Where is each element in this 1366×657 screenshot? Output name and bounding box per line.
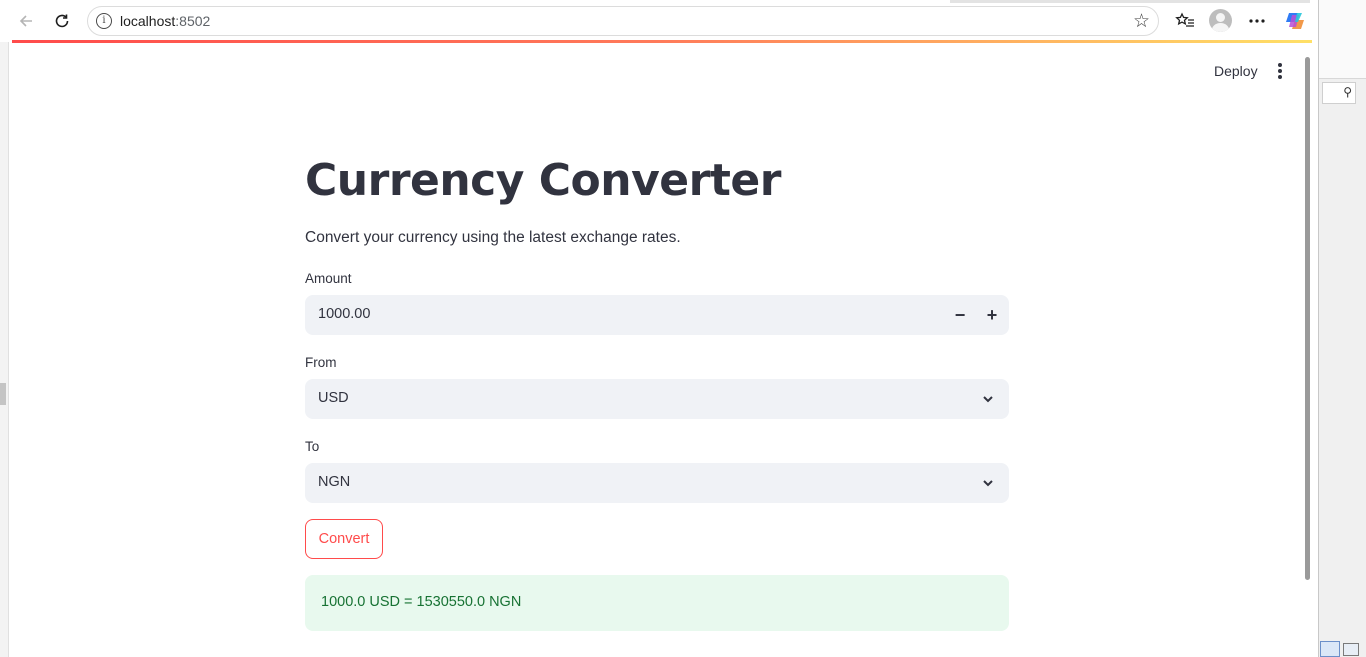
background-window-toolbar	[1318, 0, 1366, 79]
convert-button[interactable]: Convert	[305, 519, 383, 559]
to-label: To	[305, 439, 320, 454]
favorite-star-icon[interactable]: ☆	[1133, 10, 1150, 33]
decrement-button[interactable]: −	[946, 301, 974, 329]
copilot-icon[interactable]	[1283, 9, 1307, 33]
browser-window: i localhost:8502 ☆ Deploy Currency Conve…	[0, 0, 1319, 657]
site-info-icon[interactable]: i	[96, 13, 112, 29]
window-left-edge	[0, 42, 9, 657]
amount-value[interactable]: 1000.00	[318, 306, 370, 322]
to-currency-value[interactable]: NGN	[318, 474, 350, 490]
url-text[interactable]: localhost:8502	[120, 13, 210, 29]
browser-toolbar: i localhost:8502 ☆	[0, 0, 1318, 42]
amount-input[interactable]: 1000.00 − +	[305, 295, 1009, 335]
increment-button[interactable]: +	[978, 301, 1006, 329]
deploy-button[interactable]: Deploy	[1214, 63, 1258, 79]
address-bar[interactable]: i localhost:8502 ☆	[87, 6, 1159, 36]
to-currency-select[interactable]: NGN	[305, 463, 1009, 503]
details-view-icon[interactable]	[1320, 641, 1340, 657]
page-subtitle: Convert your currency using the latest e…	[305, 229, 681, 246]
favorites-list-icon[interactable]	[1173, 9, 1197, 33]
main-menu-icon[interactable]	[1275, 61, 1285, 81]
from-currency-select[interactable]: USD	[305, 379, 1009, 419]
background-search-box[interactable]: ⚲	[1322, 82, 1356, 104]
amount-label: Amount	[305, 271, 352, 286]
chevron-down-icon[interactable]	[981, 476, 995, 490]
conversion-result-alert: 1000.0 USD = 1530550.0 NGN	[305, 575, 1009, 631]
conversion-result-text: 1000.0 USD = 1530550.0 NGN	[321, 594, 522, 610]
profile-avatar-icon[interactable]	[1209, 9, 1232, 32]
streamlit-app: Deploy Currency Converter Convert your c…	[9, 43, 1310, 657]
chevron-down-icon[interactable]	[981, 392, 995, 406]
reload-icon[interactable]	[50, 9, 74, 33]
preview-view-icon[interactable]	[1343, 643, 1359, 656]
page-scrollbar[interactable]	[1305, 57, 1310, 580]
more-options-icon[interactable]	[1245, 9, 1269, 33]
from-currency-value[interactable]: USD	[318, 390, 349, 406]
back-arrow-icon[interactable]	[14, 9, 38, 33]
search-icon: ⚲	[1343, 85, 1352, 99]
window-left-edge-marker	[0, 383, 6, 405]
tab-strip-edge	[950, 0, 1310, 3]
page-title: Currency Converter	[305, 155, 781, 206]
from-label: From	[305, 355, 337, 370]
